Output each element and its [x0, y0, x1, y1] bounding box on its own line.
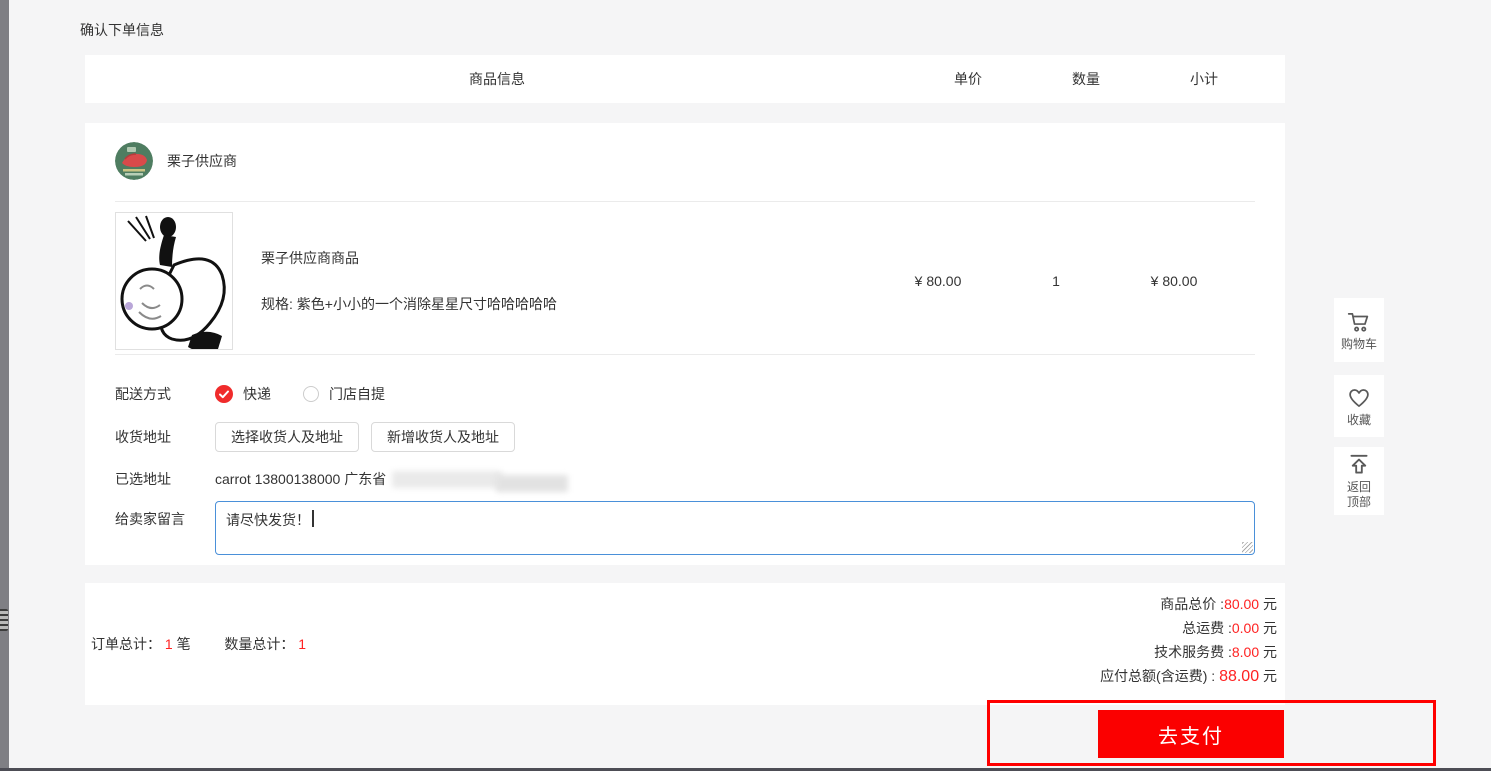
delivery-method-label: 配送方式: [115, 386, 171, 402]
delivery-method-row: 配送方式 快递 门店自提: [115, 383, 1255, 405]
order-total-label: 订单总计：: [91, 636, 161, 652]
column-header-product-info: 商品信息: [469, 71, 525, 87]
supplier-name[interactable]: 栗子供应商: [167, 151, 237, 171]
summary-goods-total: 商品总价 :80.00 元: [1160, 596, 1277, 612]
page-title: 确认下单信息: [80, 22, 164, 38]
radio-store-pickup-unselected[interactable]: [303, 386, 319, 402]
product-unit-price: ¥ 80.00: [914, 273, 962, 289]
summary-service-fee: 技术服务费 :8.00 元: [1154, 644, 1277, 660]
back-to-top-icon: [1350, 454, 1368, 474]
favorites-shortcut[interactable]: 收藏: [1334, 375, 1384, 437]
order-confirm-page: 确认下单信息 商品信息 单价 数量 小计 栗子供应商 栗子供应商商品 规格: 紫…: [0, 0, 1491, 771]
back-to-top-label-1: 返回: [1346, 480, 1371, 494]
product-image[interactable]: [115, 212, 233, 352]
selected-address-label: 已选地址: [115, 471, 171, 487]
textarea-resize-grip[interactable]: [1242, 542, 1253, 553]
shipping-address-row: 收货地址 选择收货人及地址 新增收货人及地址: [115, 421, 1255, 453]
order-table-header: 商品信息 单价 数量 小计: [85, 55, 1285, 103]
divider: [115, 201, 1255, 202]
docked-panel-handle-icon[interactable]: [0, 609, 8, 631]
delivery-option-express[interactable]: 快递: [243, 384, 271, 404]
order-card: 栗子供应商 栗子供应商商品 规格: 紫色+小小的一个消除星星尺寸哈哈哈哈哈 ¥ …: [85, 123, 1285, 565]
favorites-label: 收藏: [1346, 412, 1371, 427]
pay-button[interactable]: 去支付: [1098, 710, 1284, 758]
floating-sidebar: 购物车 收藏 返回 顶部: [1334, 298, 1384, 515]
selected-address-value: carrot 13800138000 广东省: [215, 471, 387, 487]
order-summary-panel: 订单总计： 1 笔 数量总计： 1 商品总价 :80.00 元 总运费 :0.0…: [85, 583, 1285, 705]
divider: [115, 354, 1255, 355]
supplier-avatar: [115, 142, 153, 180]
select-address-button[interactable]: 选择收货人及地址: [215, 422, 359, 452]
product-quantity: 1: [1052, 273, 1060, 289]
order-total-unit: 笔: [176, 636, 191, 652]
back-to-top-button[interactable]: 返回 顶部: [1334, 447, 1384, 515]
delivery-option-store-pickup[interactable]: 门店自提: [329, 384, 385, 404]
column-header-subtotal: 小计: [1190, 71, 1218, 87]
supplier-row: 栗子供应商: [115, 141, 1255, 181]
redacted-address-blur: [392, 470, 569, 492]
summary-payable-total: 应付总额(含运费) : 88.00 元: [1100, 668, 1277, 685]
order-total-value: 1: [164, 636, 173, 652]
seller-message-label: 给卖家留言: [115, 511, 185, 527]
cart-icon: [1347, 312, 1369, 332]
cart-label: 购物车: [1340, 336, 1377, 351]
text-caret: [312, 510, 314, 527]
product-row: 栗子供应商商品 规格: 紫色+小小的一个消除星星尺寸哈哈哈哈哈 ¥ 80.00 …: [115, 212, 1255, 352]
selected-address-row: 已选地址 carrot 13800138000 广东省: [115, 469, 1255, 492]
shipping-address-label: 收货地址: [115, 429, 171, 445]
seller-message-row: 给卖家留言 请尽快发货！: [115, 501, 1255, 555]
quantity-total-label: 数量总计：: [224, 636, 295, 652]
radio-express-selected[interactable]: [215, 385, 233, 403]
heart-icon: [1349, 388, 1369, 407]
column-header-quantity: 数量: [1072, 71, 1100, 87]
summary-shipping-fee: 总运费 :0.00 元: [1182, 620, 1277, 636]
product-spec: 规格: 紫色+小小的一个消除星星尺寸哈哈哈哈哈: [261, 296, 557, 312]
cart-shortcut[interactable]: 购物车: [1334, 298, 1384, 362]
left-edge-panel: [0, 0, 9, 771]
order-totals: 订单总计： 1 笔 数量总计： 1: [85, 634, 306, 654]
product-subtotal: ¥ 80.00: [1150, 273, 1198, 289]
product-name[interactable]: 栗子供应商商品: [261, 248, 557, 268]
add-address-button[interactable]: 新增收货人及地址: [371, 422, 515, 452]
price-summary: 商品总价 :80.00 元 总运费 :0.00 元 技术服务费 :8.00 元 …: [1100, 583, 1285, 705]
back-to-top-label-2: 顶部: [1346, 495, 1371, 509]
quantity-total-value: 1: [298, 636, 307, 652]
seller-message-input[interactable]: 请尽快发货！: [215, 501, 1255, 555]
column-header-unit-price: 单价: [954, 71, 982, 87]
